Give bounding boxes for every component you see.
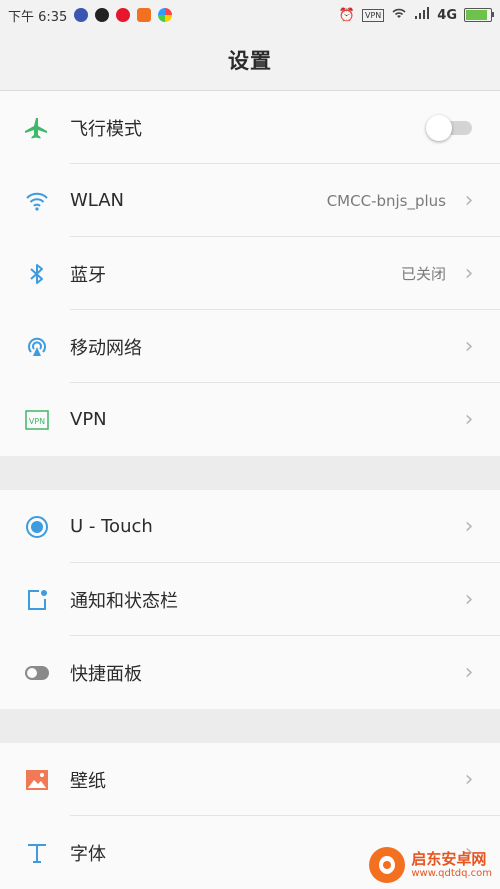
notification-icon bbox=[24, 587, 50, 613]
settings-group-network: 飞行模式 WLAN CMCC-bnjs_plus › 蓝牙 已关闭 › 移动网络… bbox=[0, 91, 500, 456]
bluetooth-status: 已关闭 bbox=[400, 265, 446, 283]
qq-notification-icon bbox=[95, 8, 110, 22]
battery-icon bbox=[464, 8, 494, 22]
wifi-icon bbox=[24, 188, 50, 214]
chevron-right-icon: › bbox=[464, 407, 474, 432]
setting-bluetooth[interactable]: 蓝牙 已关闭 › bbox=[0, 237, 500, 310]
signal-icon bbox=[414, 7, 430, 23]
setting-quick-panel[interactable]: 快捷面板 › bbox=[0, 636, 500, 709]
setting-label: WLAN bbox=[70, 190, 125, 211]
alarm-icon: ⏰ bbox=[338, 7, 355, 23]
wifi-status-icon bbox=[391, 7, 407, 23]
airplane-icon bbox=[24, 115, 50, 141]
chevron-right-icon: › bbox=[464, 261, 474, 286]
setting-notification-status-bar[interactable]: 通知和状态栏 › bbox=[0, 563, 500, 636]
network-type: 4G bbox=[437, 7, 457, 23]
chevron-right-icon: › bbox=[464, 188, 474, 213]
section-divider bbox=[0, 709, 500, 743]
vpn-icon: VPN bbox=[24, 407, 50, 433]
mobile-network-icon bbox=[24, 334, 50, 360]
app-notification-icon bbox=[137, 8, 152, 22]
setting-u-touch[interactable]: U - Touch › bbox=[0, 490, 500, 563]
setting-wallpaper[interactable]: 壁纸 › bbox=[0, 743, 500, 816]
watermark-title: 启东安卓网 bbox=[411, 850, 487, 869]
watermark-url: www.qdtdq.com bbox=[411, 867, 492, 879]
svg-text:VPN: VPN bbox=[29, 417, 45, 426]
vpn-status-icon: VPN bbox=[362, 8, 385, 22]
chevron-right-icon: › bbox=[464, 587, 474, 612]
u-touch-icon bbox=[24, 514, 50, 540]
setting-label: VPN bbox=[70, 409, 107, 430]
setting-wlan[interactable]: WLAN CMCC-bnjs_plus › bbox=[0, 164, 500, 237]
setting-mobile-network[interactable]: 移动网络 › bbox=[0, 310, 500, 383]
setting-label: 通知和状态栏 bbox=[70, 590, 178, 612]
setting-label: 快捷面板 bbox=[70, 663, 142, 685]
setting-label: 移动网络 bbox=[70, 337, 142, 359]
wlan-network-name: CMCC-bnjs_plus bbox=[326, 191, 446, 210]
chevron-right-icon: › bbox=[464, 514, 474, 539]
browser-notification-icon bbox=[158, 8, 173, 22]
setting-label: 飞行模式 bbox=[70, 118, 142, 140]
watermark-logo-icon bbox=[369, 847, 406, 883]
section-divider bbox=[0, 456, 500, 490]
setting-label: 蓝牙 bbox=[70, 264, 106, 286]
shield-notification-icon bbox=[74, 8, 89, 22]
weibo-notification-icon bbox=[116, 8, 131, 22]
setting-label: 壁纸 bbox=[70, 770, 106, 792]
chevron-right-icon: › bbox=[464, 660, 474, 685]
watermark: 启东安卓网 www.qdtdq.com bbox=[369, 847, 492, 883]
status-bar: 下午 6:35 ⏰ VPN 4G bbox=[0, 0, 500, 30]
font-icon bbox=[24, 840, 50, 866]
setting-vpn[interactable]: VPN VPN › bbox=[0, 383, 500, 456]
setting-airplane-mode[interactable]: 飞行模式 bbox=[0, 91, 500, 164]
setting-label: U - Touch bbox=[70, 516, 153, 537]
page-title: 设置 bbox=[228, 49, 272, 73]
quick-panel-icon bbox=[24, 660, 50, 686]
settings-group-interface: U - Touch › 通知和状态栏 › 快捷面板 › bbox=[0, 490, 500, 709]
chevron-right-icon: › bbox=[464, 334, 474, 359]
header: 设置 bbox=[0, 30, 500, 91]
chevron-right-icon: › bbox=[464, 767, 474, 792]
airplane-mode-toggle[interactable] bbox=[426, 114, 474, 141]
bluetooth-icon bbox=[24, 261, 50, 287]
status-time: 下午 6:35 bbox=[8, 9, 68, 25]
wallpaper-icon bbox=[24, 767, 50, 793]
